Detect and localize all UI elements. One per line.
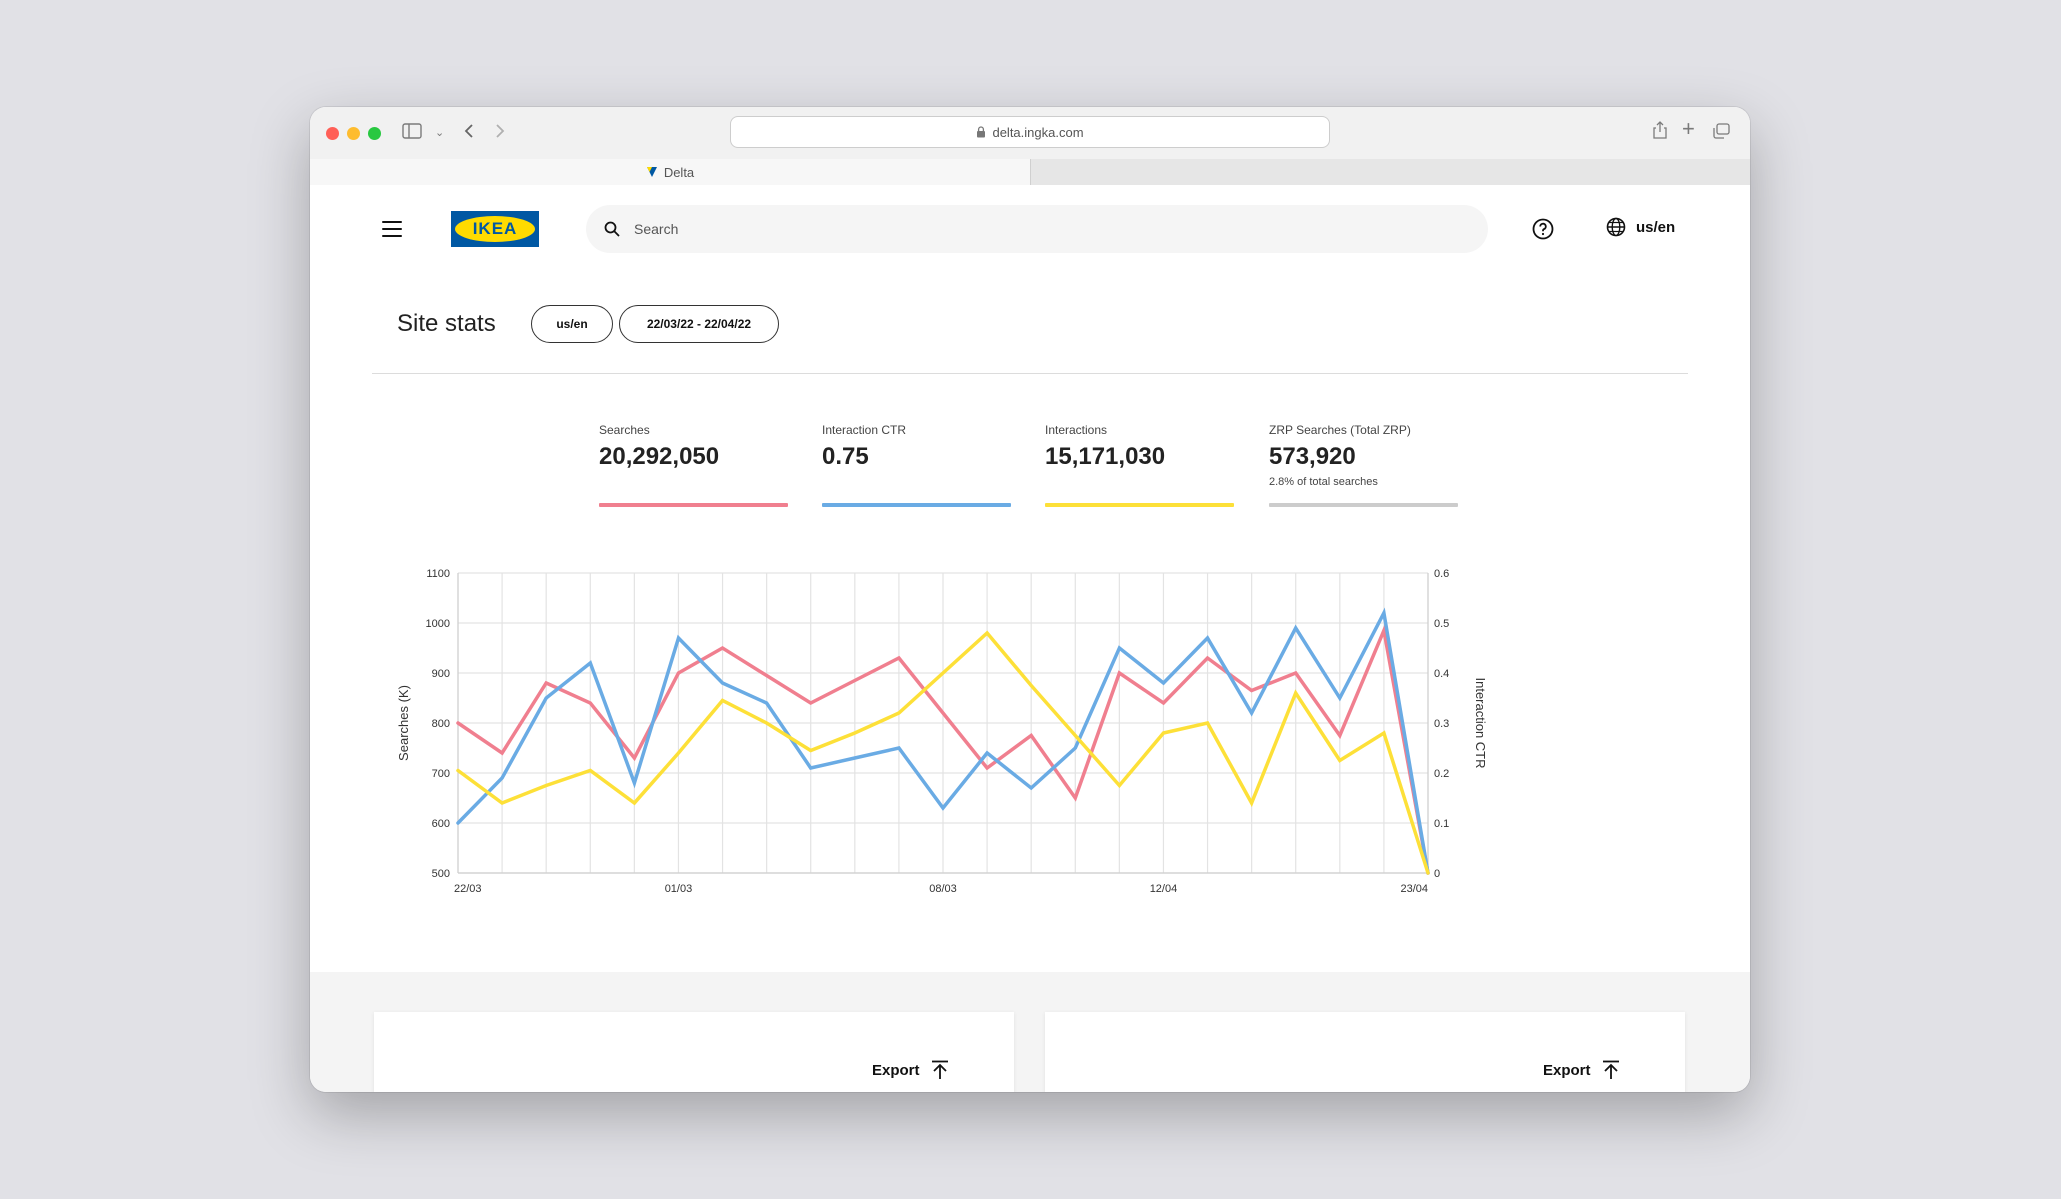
x-tick-label: 12/04	[1150, 883, 1178, 895]
y2-tick-label: 0	[1434, 868, 1440, 880]
new-tab-icon[interactable]: +	[1682, 117, 1695, 141]
site-stats-chart: 500 600 700 800 900 1000 1100 0 0.1 0.2 0.3 0.4 0.5 0…	[396, 568, 1488, 895]
locale-selector[interactable]: us/en	[1606, 217, 1675, 237]
y-tick-label: 1100	[426, 568, 450, 580]
export-icon	[1602, 1060, 1619, 1079]
chevron-down-icon[interactable]: ⌄	[435, 121, 444, 145]
locale-label: us/en	[1636, 218, 1676, 236]
y2-tick-label: 0.1	[1434, 818, 1449, 830]
y-tick-label: 900	[432, 668, 450, 680]
report-card-left: Export	[374, 1012, 1014, 1092]
metric-interaction-ctr: Interaction CTR 0.75	[822, 423, 1012, 507]
app-header: IKEA us/en	[310, 185, 1750, 285]
tab-delta[interactable]: Delta	[310, 159, 1030, 185]
export-button[interactable]: Export	[1543, 1060, 1621, 1080]
browser-chrome: ⌄ delta.ingka.com + Delta	[310, 107, 1750, 185]
search-icon	[604, 221, 620, 237]
x-tick-label: 08/03	[929, 883, 957, 895]
logo-text: IKEA	[472, 219, 518, 238]
y2-tick-label: 0.4	[1434, 668, 1449, 680]
metric-zrp-searches: ZRP Searches (Total ZRP) 573,920 2.8% of…	[1269, 423, 1459, 507]
report-card-right: Export	[1045, 1012, 1685, 1092]
export-label: Export	[1543, 1061, 1591, 1079]
y2-tick-label: 0.5	[1434, 618, 1449, 630]
minimize-window-button[interactable]	[347, 127, 360, 140]
y-tick-label: 600	[432, 818, 450, 830]
search-input[interactable]	[634, 221, 1434, 237]
back-icon[interactable]	[463, 121, 475, 145]
ikea-logo[interactable]: IKEA	[451, 211, 539, 247]
metric-color-bar	[822, 503, 1011, 507]
metric-sublabel: 2.8% of total searches	[1269, 476, 1378, 488]
x-tick-label: 22/03	[454, 883, 482, 895]
locale-filter-pill[interactable]: us/en	[531, 305, 613, 343]
maximize-window-button[interactable]	[368, 127, 381, 140]
sidebar-toggle-icon[interactable]	[402, 121, 422, 145]
export-button[interactable]: Export	[872, 1060, 950, 1080]
metric-value: 573,920	[1269, 443, 1356, 470]
metric-value: 0.75	[822, 443, 869, 470]
section-divider	[372, 373, 1688, 374]
y-tick-label: 1000	[426, 618, 450, 630]
metric-label: Interaction CTR	[822, 423, 907, 437]
y-axis-title: Searches (K)	[396, 685, 411, 761]
y-tick-label: 800	[432, 718, 450, 730]
metric-color-bar	[599, 503, 788, 507]
globe-icon	[1606, 217, 1626, 237]
metric-interactions: Interactions 15,171,030	[1045, 423, 1235, 507]
y2-tick-label: 0.2	[1434, 768, 1449, 780]
x-tick-label: 01/03	[665, 883, 693, 895]
y2-tick-label: 0.6	[1434, 568, 1449, 580]
menu-icon[interactable]	[382, 221, 402, 237]
forward-icon[interactable]	[494, 121, 506, 145]
window-controls	[326, 127, 381, 140]
y2-axis-title: Interaction CTR	[1473, 677, 1488, 768]
y-tick-label: 500	[432, 868, 450, 880]
export-icon	[931, 1060, 948, 1079]
lock-icon	[977, 126, 986, 138]
metric-value: 15,171,030	[1045, 443, 1166, 470]
metric-label: ZRP Searches (Total ZRP)	[1269, 423, 1411, 437]
close-window-button[interactable]	[326, 127, 339, 140]
metric-color-bar	[1269, 503, 1458, 507]
search-bar[interactable]	[586, 205, 1488, 253]
tab-title: Delta	[663, 164, 695, 180]
metric-searches: Searches 20,292,050	[599, 423, 789, 507]
metric-color-bar	[1045, 503, 1234, 507]
date-range-filter-pill[interactable]: 22/03/22 - 22/04/22	[619, 305, 779, 343]
stats-title-row: Site stats us/en 22/03/22 - 22/04/22	[397, 305, 785, 343]
delta-favicon-icon	[646, 167, 657, 177]
y-tick-label: 700	[432, 768, 450, 780]
address-bar[interactable]: delta.ingka.com	[730, 116, 1330, 148]
help-icon[interactable]	[1532, 218, 1554, 240]
tab-empty[interactable]	[1030, 159, 1750, 185]
share-icon[interactable]	[1653, 121, 1667, 145]
y2-tick-label: 0.3	[1434, 718, 1449, 730]
url-text: delta.ingka.com	[992, 124, 1084, 140]
tab-strip: Delta	[310, 159, 1750, 185]
page-title: Site stats	[397, 310, 496, 337]
export-label: Export	[872, 1061, 920, 1079]
tab-overview-icon[interactable]	[1712, 121, 1730, 145]
metric-label: Searches	[599, 423, 650, 437]
metric-label: Interactions	[1045, 423, 1108, 437]
lower-section: Export Export	[310, 972, 1750, 1092]
x-tick-label: 23/04	[1400, 883, 1428, 895]
browser-window: ⌄ delta.ingka.com + Delta IKEA Search us…	[310, 107, 1750, 1092]
metric-value: 20,292,050	[599, 443, 720, 470]
